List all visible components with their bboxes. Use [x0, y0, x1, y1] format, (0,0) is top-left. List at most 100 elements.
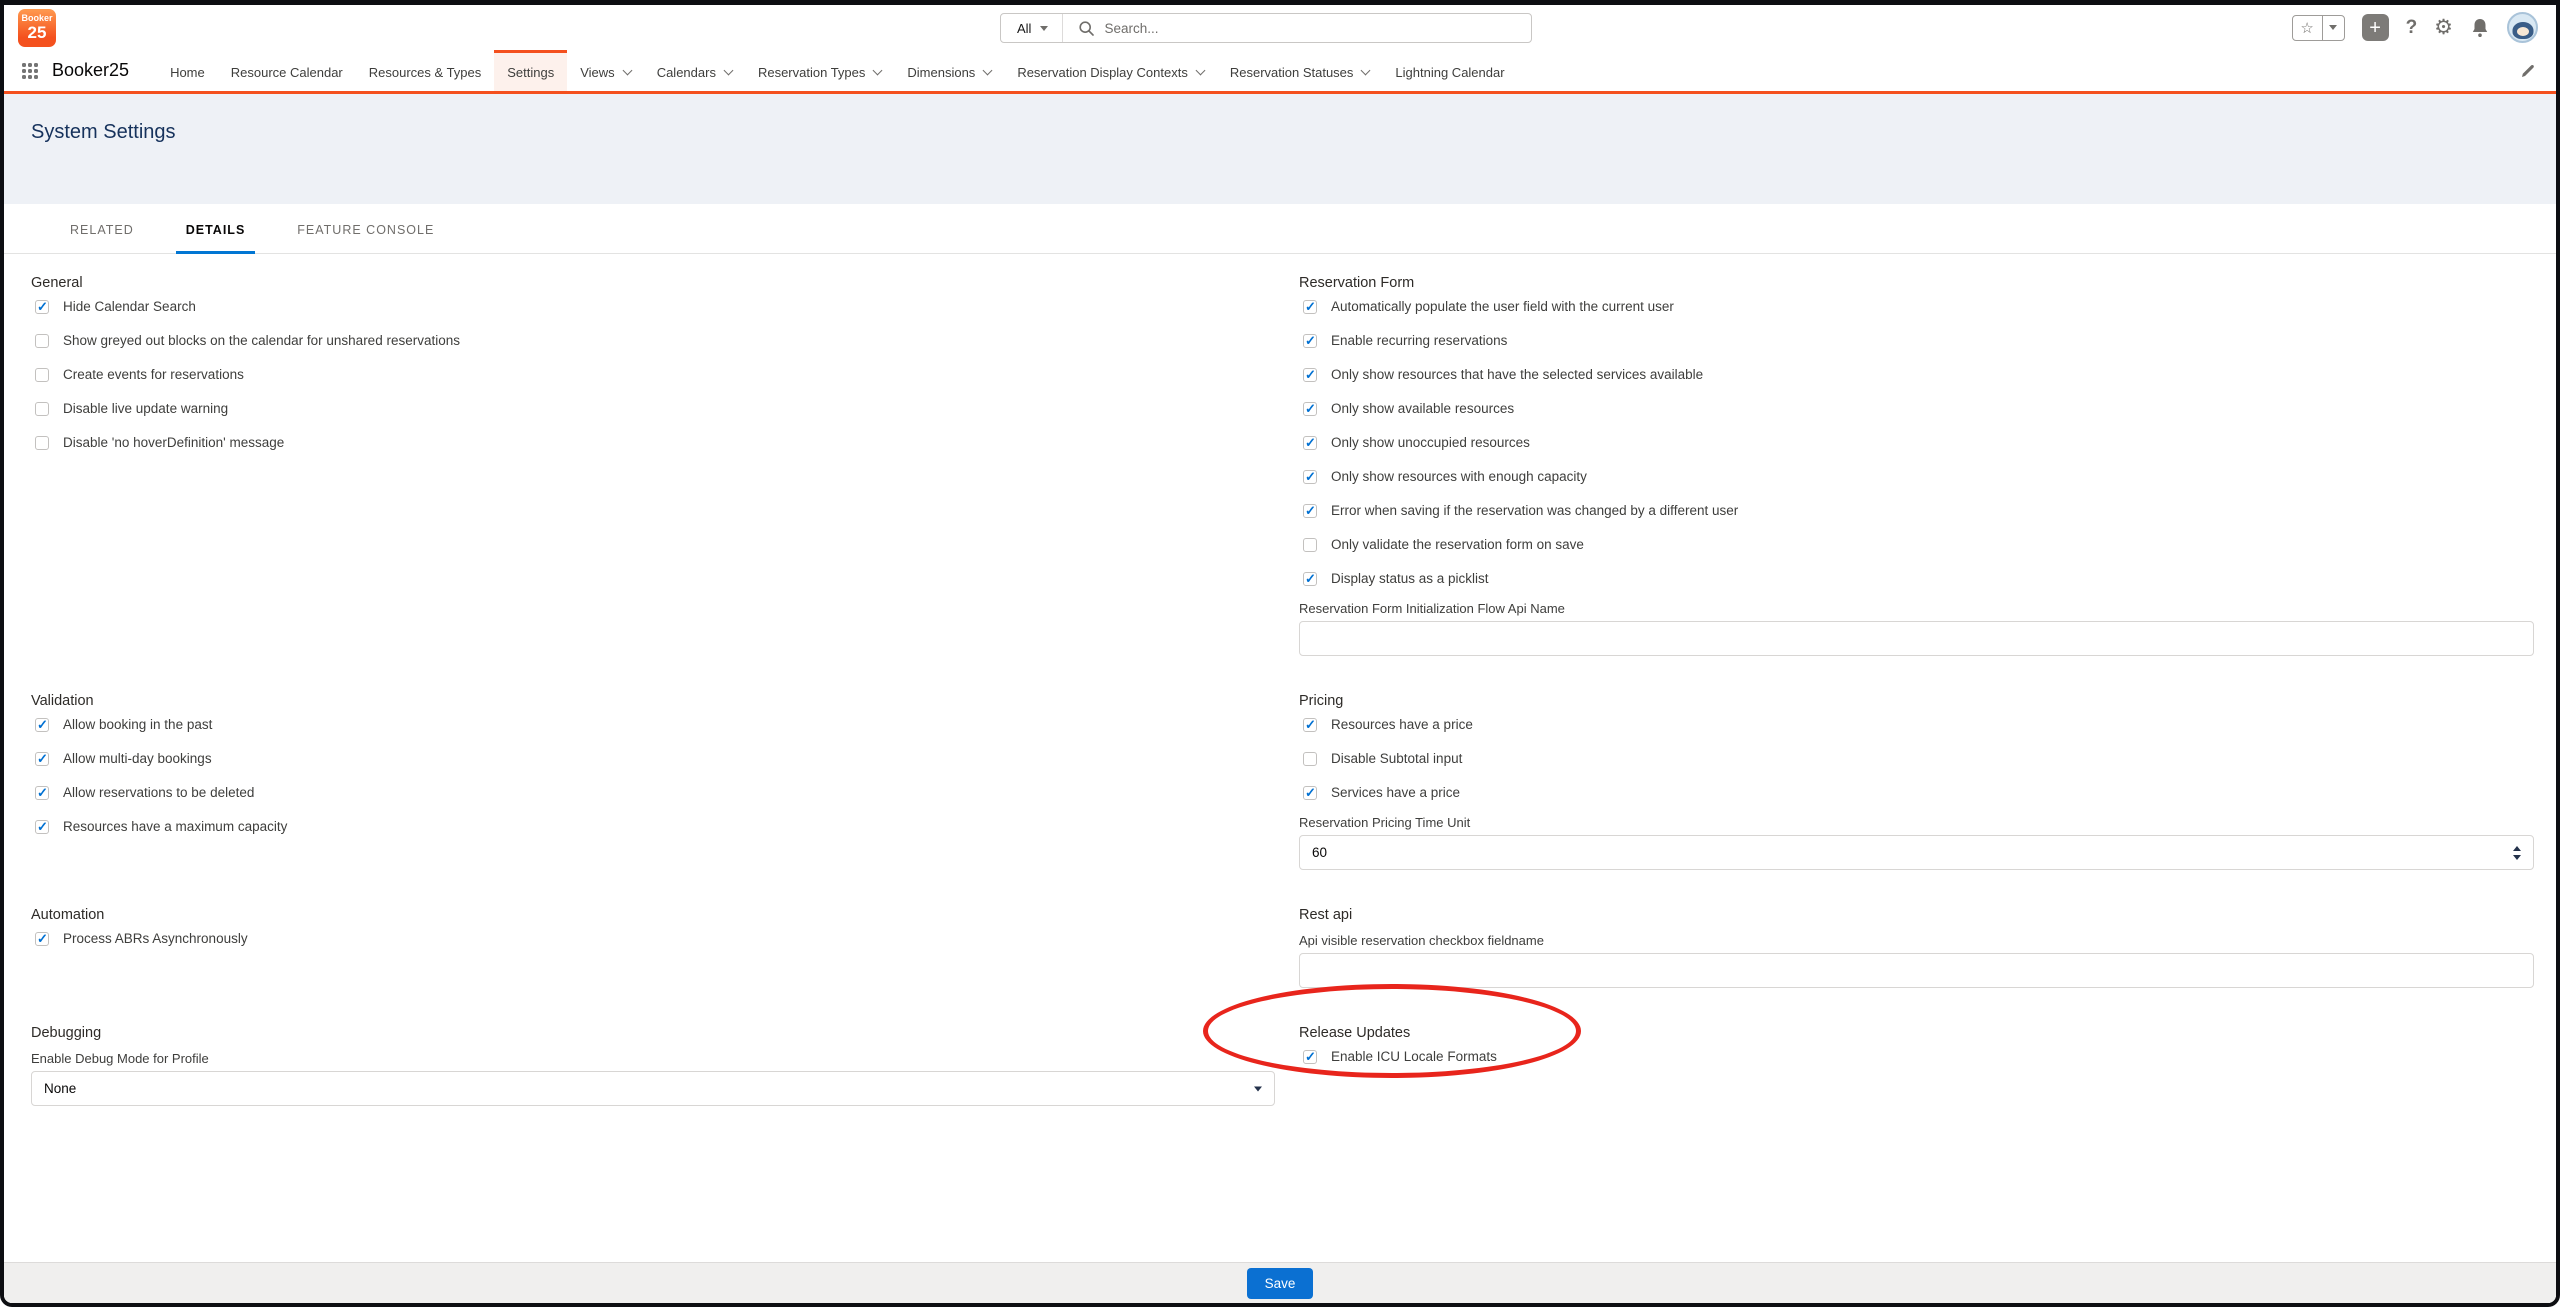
nav-tab[interactable]: Reservation Statuses: [1217, 50, 1383, 91]
select-arrow-icon: [1254, 1086, 1262, 1091]
search-placeholder: Search...: [1104, 21, 1158, 36]
checkbox[interactable]: [35, 300, 49, 314]
checkbox[interactable]: [1303, 786, 1317, 800]
checkbox-row: Allow reservations to be deleted: [35, 786, 1275, 800]
checkbox-list: Resources have a price Disable Subtotal …: [1299, 718, 2534, 800]
checkbox[interactable]: [35, 368, 49, 382]
section-title: General: [31, 274, 1275, 292]
favorites-dropdown[interactable]: [2323, 16, 2344, 40]
checkbox[interactable]: [35, 436, 49, 450]
checkbox[interactable]: [1303, 368, 1317, 382]
checkbox-label: Allow booking in the past: [63, 718, 212, 732]
checkbox-row: Enable ICU Locale Formats: [1303, 1050, 2534, 1064]
nav-tab[interactable]: Lightning Calendar: [1382, 50, 1517, 91]
checkbox-row: Only validate the reservation form on sa…: [1303, 538, 2534, 552]
checkbox[interactable]: [1303, 538, 1317, 552]
checkbox[interactable]: [1303, 1050, 1317, 1064]
checkbox-label: Resources have a maximum capacity: [63, 820, 287, 834]
stepper-up-icon[interactable]: [2513, 846, 2521, 851]
record-tab[interactable]: DETAILS: [182, 223, 250, 253]
chevron-down-icon: [1361, 65, 1371, 75]
nav-tab[interactable]: Resource Calendar: [218, 50, 356, 91]
checkbox-row: Enable recurring reservations: [1303, 334, 2534, 348]
logo-text-top: Booker: [21, 14, 52, 23]
checkbox[interactable]: [35, 932, 49, 946]
nav-tab[interactable]: Resources & Types: [356, 50, 494, 91]
checkbox-label: Allow reservations to be deleted: [63, 786, 254, 800]
app-launcher-waffle-icon[interactable]: [22, 63, 38, 79]
bell-icon[interactable]: [2470, 17, 2490, 39]
nav-tab-label: Resource Calendar: [231, 65, 343, 80]
checkbox[interactable]: [35, 718, 49, 732]
api-checkbox-fieldname-input[interactable]: [1299, 953, 2534, 988]
debug-mode-select[interactable]: None: [31, 1071, 1275, 1106]
checkbox[interactable]: [1303, 334, 1317, 348]
nav-tab[interactable]: Views: [567, 50, 643, 91]
salesforce-app: Booker 25 All Search... ☆ + ? ⚙: [4, 5, 2556, 1303]
help-icon[interactable]: ?: [2406, 17, 2418, 39]
footer-action-bar: Save: [4, 1262, 2556, 1303]
checkbox[interactable]: [1303, 572, 1317, 586]
pricing-time-unit-input[interactable]: 60: [1299, 835, 2534, 870]
checkbox[interactable]: [1303, 504, 1317, 518]
checkbox[interactable]: [35, 752, 49, 766]
checkbox-list: Hide Calendar Search Show greyed out blo…: [31, 300, 1275, 450]
checkbox-row: Display status as a picklist: [1303, 572, 2534, 586]
checkbox-row: Process ABRs Asynchronously: [35, 932, 1275, 946]
section-general: General Hide Calendar Search Show greyed…: [31, 274, 1275, 450]
checkbox[interactable]: [35, 402, 49, 416]
checkbox[interactable]: [35, 820, 49, 834]
api-checkbox-fieldname-field: Api visible reservation checkbox fieldna…: [1299, 934, 2534, 988]
stepper-down-icon[interactable]: [2513, 855, 2521, 860]
nav-tab-label: Settings: [507, 65, 554, 80]
nav-tab-label: Reservation Types: [758, 65, 865, 80]
nav-tab[interactable]: Reservation Display Contexts: [1004, 50, 1217, 91]
checkbox-row: Only show resources with enough capacity: [1303, 470, 2534, 484]
checkbox-row: Disable 'no hoverDefinition' message: [35, 436, 1275, 450]
checkbox[interactable]: [1303, 300, 1317, 314]
checkbox-row: Only show unoccupied resources: [1303, 436, 2534, 450]
section-title: Automation: [31, 906, 1275, 924]
section-title: Debugging: [31, 1024, 1275, 1042]
checkbox-label: Automatically populate the user field wi…: [1331, 300, 1674, 314]
checkbox-label: Display status as a picklist: [1331, 572, 1489, 586]
user-avatar[interactable]: [2507, 12, 2538, 43]
flow-api-name-input[interactable]: [1299, 621, 2534, 656]
checkbox-label: Error when saving if the reservation was…: [1331, 504, 1738, 518]
nav-tab[interactable]: Home: [157, 50, 218, 91]
edit-pencil-icon[interactable]: [2520, 63, 2536, 79]
checkbox[interactable]: [35, 334, 49, 348]
save-button[interactable]: Save: [1247, 1268, 1314, 1299]
checkbox[interactable]: [1303, 718, 1317, 732]
checkbox-label: Only show resources that have the select…: [1331, 368, 1703, 382]
pricing-time-unit-field: Reservation Pricing Time Unit 60: [1299, 816, 2534, 870]
checkbox[interactable]: [35, 786, 49, 800]
global-actions-icon[interactable]: +: [2362, 14, 2389, 41]
section-title: Reservation Form: [1299, 274, 2534, 292]
nav-tab[interactable]: Calendars: [644, 50, 745, 91]
checkbox[interactable]: [1303, 470, 1317, 484]
checkbox-label: Disable 'no hoverDefinition' message: [63, 436, 284, 450]
checkbox-row: Automatically populate the user field wi…: [1303, 300, 2534, 314]
field-label: Api visible reservation checkbox fieldna…: [1299, 934, 2534, 947]
checkbox-label: Create events for reservations: [63, 368, 244, 382]
checkbox[interactable]: [1303, 752, 1317, 766]
nav-tab-label: Calendars: [657, 65, 716, 80]
section-release-updates: Release Updates Enable ICU Locale Format…: [1299, 1024, 2534, 1064]
number-stepper[interactable]: [2513, 846, 2521, 860]
checkbox-list: Automatically populate the user field wi…: [1299, 300, 2534, 586]
global-search[interactable]: All Search...: [1000, 13, 1532, 43]
nav-tab[interactable]: Dimensions: [894, 50, 1004, 91]
record-tab[interactable]: RELATED: [66, 223, 138, 253]
record-tabs: RELATED DETAILS FEATURE CONSOLE: [4, 204, 2556, 254]
favorites-star-icon[interactable]: ☆: [2293, 16, 2323, 40]
checkbox[interactable]: [1303, 402, 1317, 416]
nav-tab[interactable]: Settings: [494, 50, 567, 91]
search-scope-dropdown[interactable]: All: [1001, 14, 1063, 42]
nav-tab-label: Dimensions: [907, 65, 975, 80]
gear-icon[interactable]: ⚙: [2434, 17, 2453, 38]
record-tab[interactable]: FEATURE CONSOLE: [293, 223, 438, 253]
nav-tab[interactable]: Reservation Types: [745, 50, 894, 91]
header-utility-icons: ☆ + ? ⚙: [2292, 12, 2538, 43]
checkbox[interactable]: [1303, 436, 1317, 450]
